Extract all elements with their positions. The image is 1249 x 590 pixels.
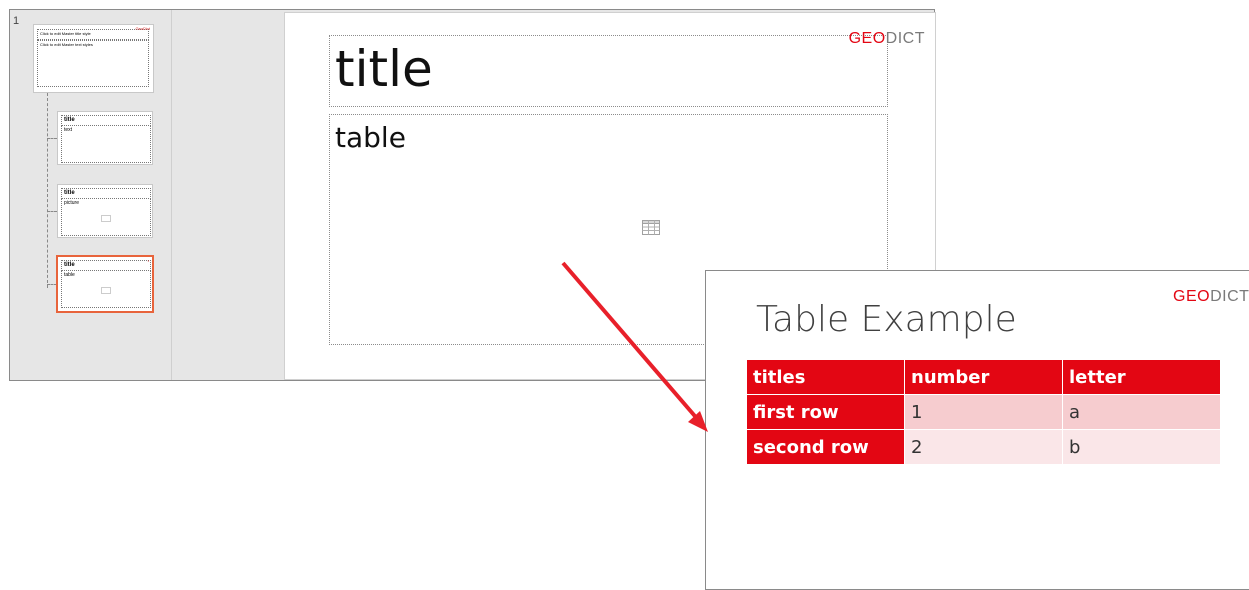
title-placeholder[interactable]: title: [329, 35, 888, 107]
slide-number: 1: [13, 15, 20, 27]
example-table: titles number letter first row 1 a secon…: [746, 359, 1221, 465]
geodict-logo: GEODICT: [848, 30, 925, 47]
table-cell: a: [1062, 394, 1221, 430]
layout-connector-branch: [47, 138, 57, 139]
layout-thumbnail-picture[interactable]: title picture: [57, 184, 153, 238]
thumb-body-box: table: [61, 270, 151, 308]
thumb-logo: •: [147, 258, 149, 263]
table-example-callout: Table Example GEODICT titles number lett…: [705, 270, 1249, 590]
table-header-cell: letter: [1062, 359, 1221, 395]
table-row: second row 2 b: [746, 429, 1221, 465]
master-text-placeholder: Click to edit Master text styles: [37, 40, 149, 87]
body-placeholder-text: table: [335, 121, 406, 154]
table-icon: [101, 287, 111, 294]
table-cell: 2: [904, 429, 1063, 465]
table-cell: b: [1062, 429, 1221, 465]
table-header-cell: titles: [746, 359, 905, 395]
insert-table-icon[interactable]: [642, 220, 660, 235]
table-row-header: second row: [746, 429, 905, 465]
table-cell: 1: [904, 394, 1063, 430]
table-row-header: first row: [746, 394, 905, 430]
layout-thumbnail-table[interactable]: title • table: [56, 255, 154, 313]
callout-title: Table Example: [756, 299, 1017, 340]
layout-connector: [47, 93, 48, 288]
table-header-cell: number: [904, 359, 1063, 395]
geodict-logo: GEODICT: [1173, 288, 1249, 305]
master-slide-thumbnail[interactable]: Click to edit Master title style GeoDict…: [33, 24, 154, 93]
slide-thumbnail-pane[interactable]: 1 Click to edit Master title style GeoDi…: [10, 10, 172, 380]
table-row: first row 1 a: [746, 394, 1221, 430]
title-placeholder-text: title: [335, 40, 433, 98]
master-title-placeholder: Click to edit Master title style: [37, 29, 149, 40]
thumb-body-box: text: [61, 125, 151, 163]
thumb-body-box: picture: [61, 198, 151, 236]
thumb-logo: GeoDict: [135, 26, 150, 31]
layout-thumbnail-text[interactable]: title text: [57, 111, 153, 165]
layout-connector-branch: [47, 211, 57, 212]
table-header-row: titles number letter: [746, 359, 1221, 395]
picture-icon: [101, 215, 111, 222]
